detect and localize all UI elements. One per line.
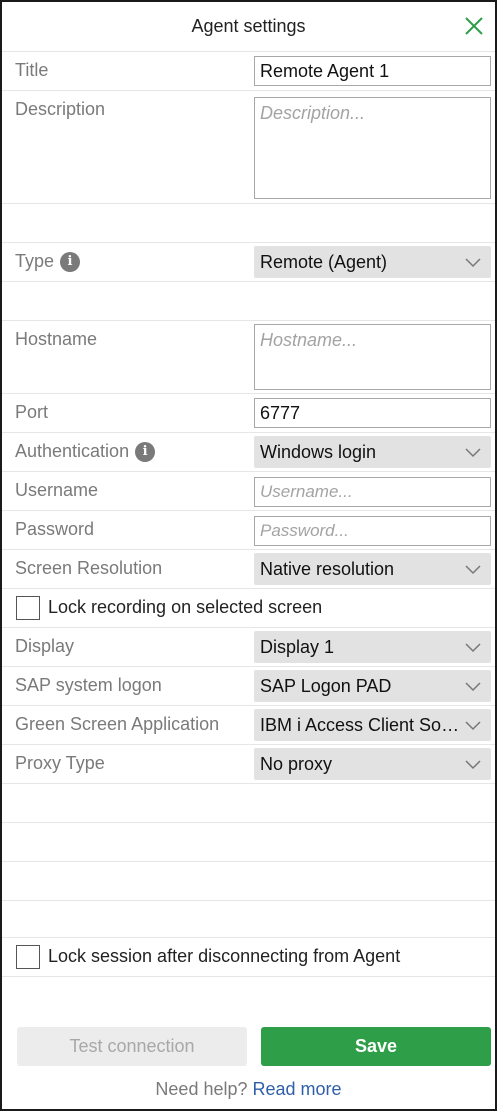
sap-logon-row: SAP system logon SAP Logon PAD [2, 667, 495, 706]
proxy-type-select[interactable]: No proxy [254, 748, 491, 780]
chevron-down-icon [465, 258, 481, 268]
description-label: Description [15, 99, 106, 119]
username-input[interactable]: Username... [254, 477, 491, 507]
spacer-row [2, 901, 495, 938]
title-input[interactable]: Remote Agent 1 [254, 56, 491, 86]
lock-session-row: Lock session after disconnecting from Ag… [2, 938, 495, 977]
help-text: Need help? [155, 1079, 248, 1099]
chevron-down-icon [465, 565, 481, 575]
lock-recording-row: Lock recording on selected screen [2, 589, 495, 628]
lock-recording-checkbox[interactable] [16, 596, 40, 620]
screen-resolution-select-value: Native resolution [260, 558, 395, 579]
username-row: Username Username... [2, 472, 495, 511]
green-screen-select[interactable]: IBM i Access Client Solutions [254, 709, 491, 741]
read-more-link[interactable]: Read more [253, 1079, 342, 1099]
info-icon[interactable]: i [135, 441, 156, 462]
chevron-down-icon [465, 682, 481, 692]
spacer-row [2, 784, 495, 823]
chevron-down-icon [465, 643, 481, 653]
screen-resolution-label: Screen Resolution [15, 558, 163, 578]
screen-resolution-row: Screen Resolution Native resolution [2, 550, 495, 589]
sap-logon-label: SAP system logon [15, 675, 162, 695]
password-input[interactable]: Password... [254, 516, 491, 546]
save-button[interactable]: Save [261, 1027, 491, 1066]
hostname-input[interactable]: Hostname... [254, 324, 491, 390]
help-line: Need help? Read more [2, 1079, 495, 1100]
lock-recording-label: Lock recording on selected screen [48, 597, 323, 617]
type-row: Type i Remote (Agent) [2, 243, 495, 282]
spacer-row [2, 862, 495, 901]
authentication-label-wrap: Authentication i [15, 441, 156, 462]
display-label: Display [15, 636, 75, 656]
authentication-label: Authentication [15, 441, 130, 461]
agent-settings-panel: Agent settings Title Remote Agent 1 Desc… [0, 0, 497, 1111]
display-row: Display Display 1 [2, 628, 495, 667]
green-screen-label: Green Screen Application [15, 714, 220, 734]
info-icon[interactable]: i [60, 251, 81, 272]
display-select[interactable]: Display 1 [254, 631, 491, 663]
description-input[interactable]: Description... [254, 97, 491, 199]
title-row: Title Remote Agent 1 [2, 52, 495, 91]
display-select-value: Display 1 [260, 636, 335, 657]
chevron-down-icon [465, 721, 481, 731]
panel-title: Agent settings [191, 16, 306, 36]
spacer-row [2, 823, 495, 862]
password-label: Password [15, 519, 95, 539]
type-label-wrap: Type i [15, 251, 81, 272]
close-icon[interactable] [463, 15, 485, 37]
type-label: Type [15, 251, 55, 271]
proxy-type-row: Proxy Type No proxy [2, 745, 495, 784]
proxy-type-select-value: No proxy [260, 753, 333, 774]
port-label: Port [15, 402, 49, 422]
password-row: Password Password... [2, 511, 495, 550]
sap-logon-select-value: SAP Logon PAD [260, 675, 392, 696]
hostname-row: Hostname Hostname... [2, 321, 495, 394]
spacer-row [2, 204, 495, 243]
hostname-label: Hostname [15, 329, 98, 349]
chevron-down-icon [465, 448, 481, 458]
username-label: Username [15, 480, 99, 500]
chevron-down-icon [465, 760, 481, 770]
green-screen-row: Green Screen Application IBM i Access Cl… [2, 706, 495, 745]
lock-session-label: Lock session after disconnecting from Ag… [48, 946, 401, 966]
port-input[interactable]: 6777 [254, 398, 491, 428]
authentication-select-value: Windows login [260, 441, 377, 462]
description-row: Description Description... [2, 91, 495, 204]
spacer-row [2, 282, 495, 321]
type-select[interactable]: Remote (Agent) [254, 246, 491, 278]
test-connection-button[interactable]: Test connection [17, 1027, 247, 1066]
title-label: Title [15, 60, 49, 80]
screen-resolution-select[interactable]: Native resolution [254, 553, 491, 585]
port-row: Port 6777 [2, 394, 495, 433]
green-screen-select-value: IBM i Access Client Solutions [260, 714, 460, 735]
panel-header: Agent settings [2, 2, 495, 52]
sap-logon-select[interactable]: SAP Logon PAD [254, 670, 491, 702]
lock-session-checkbox[interactable] [16, 945, 40, 969]
authentication-row: Authentication i Windows login [2, 433, 495, 472]
authentication-select[interactable]: Windows login [254, 436, 491, 468]
proxy-type-label: Proxy Type [15, 753, 105, 773]
type-select-value: Remote (Agent) [260, 251, 388, 272]
